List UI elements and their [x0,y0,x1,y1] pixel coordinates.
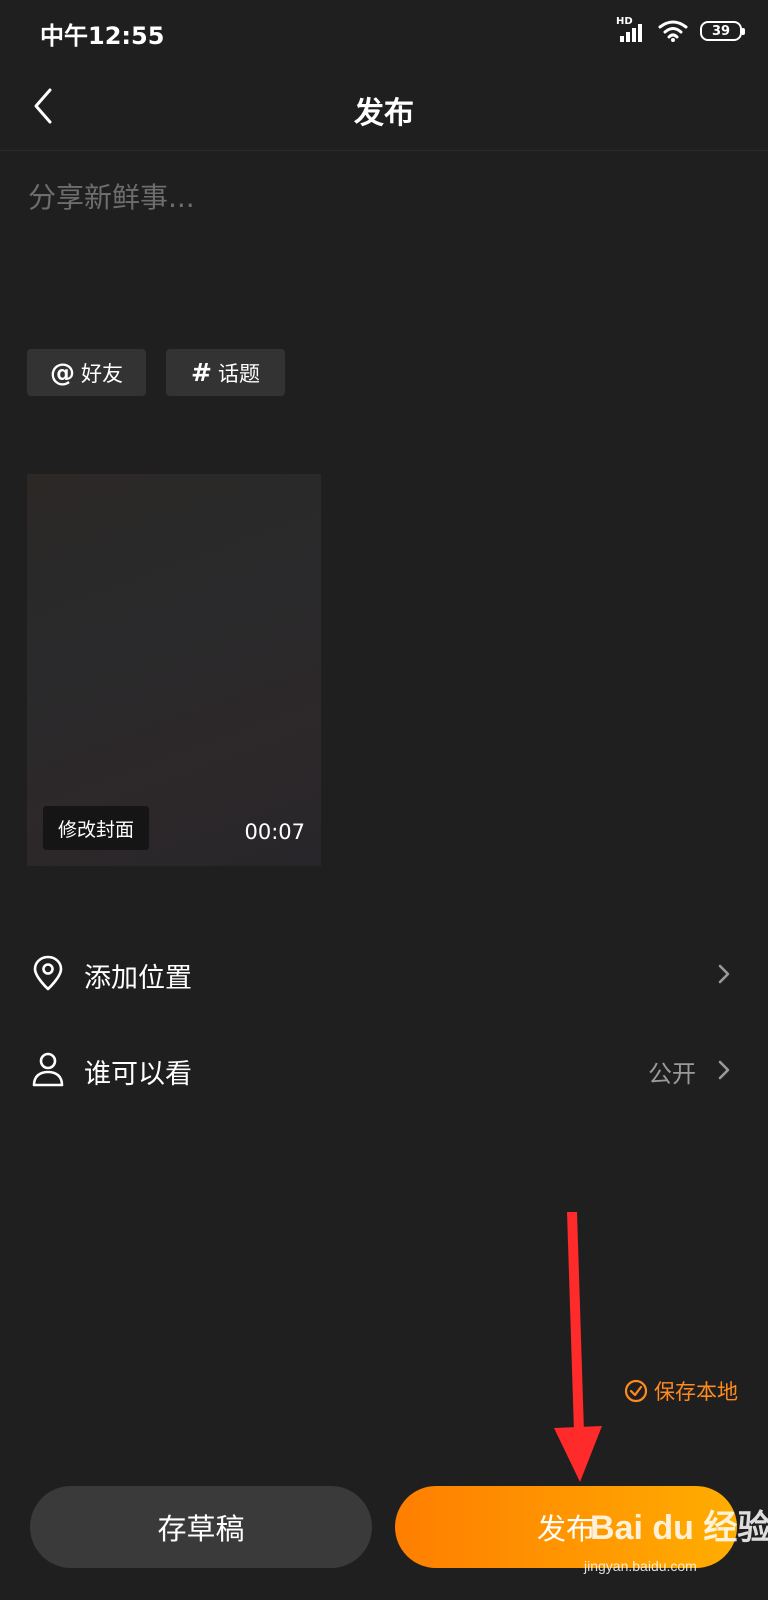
battery-icon: 39 [700,21,745,41]
hashtag-icon: # [191,358,212,387]
battery-level: 39 [711,23,731,39]
person-icon [32,1052,64,1087]
post-text-input[interactable] [28,176,740,306]
save-local-label: 保存本地 [654,1380,738,1404]
publish-label: 发布 [536,1512,595,1546]
save-local-toggle[interactable]: 保存本地 [624,1376,738,1406]
status-bar: 中午12:55 HD 39 [0,0,768,64]
chevron-right-icon [718,964,730,984]
save-draft-button[interactable]: 存草稿 [30,1486,372,1568]
signal-icon: HD [616,16,646,44]
publish-button[interactable]: 发布 [395,1486,737,1568]
visibility-row[interactable]: 谁可以看 公开 [0,1026,768,1116]
visibility-value: 公开 [648,1060,696,1088]
location-pin-icon [33,955,63,991]
add-topic-label: 话题 [217,361,260,386]
save-draft-label: 存草稿 [157,1512,245,1546]
edit-cover-button[interactable]: 修改封面 [43,806,149,850]
mention-friend-label: 好友 [81,361,123,386]
wifi-icon [658,20,688,42]
video-cover-thumbnail[interactable]: 修改封面 00:07 [27,474,321,866]
at-icon: @ [50,358,75,387]
add-location-label: 添加位置 [84,963,192,994]
check-circle-icon [624,1379,648,1403]
annotation-arrow-icon [554,1212,602,1482]
edit-cover-label: 修改封面 [57,818,134,841]
header: 发布 [0,64,768,151]
visibility-label: 谁可以看 [84,1059,192,1090]
status-time: 中午12:55 [40,22,165,50]
chevron-right-icon [718,1060,730,1080]
mention-friend-button[interactable]: @ 好友 [27,349,146,396]
add-topic-button[interactable]: # 话题 [166,349,285,396]
status-icons: HD 39 [616,16,745,44]
page-title: 发布 [354,96,414,131]
add-location-row[interactable]: 添加位置 [0,930,768,1020]
video-duration: 00:07 [244,820,305,844]
